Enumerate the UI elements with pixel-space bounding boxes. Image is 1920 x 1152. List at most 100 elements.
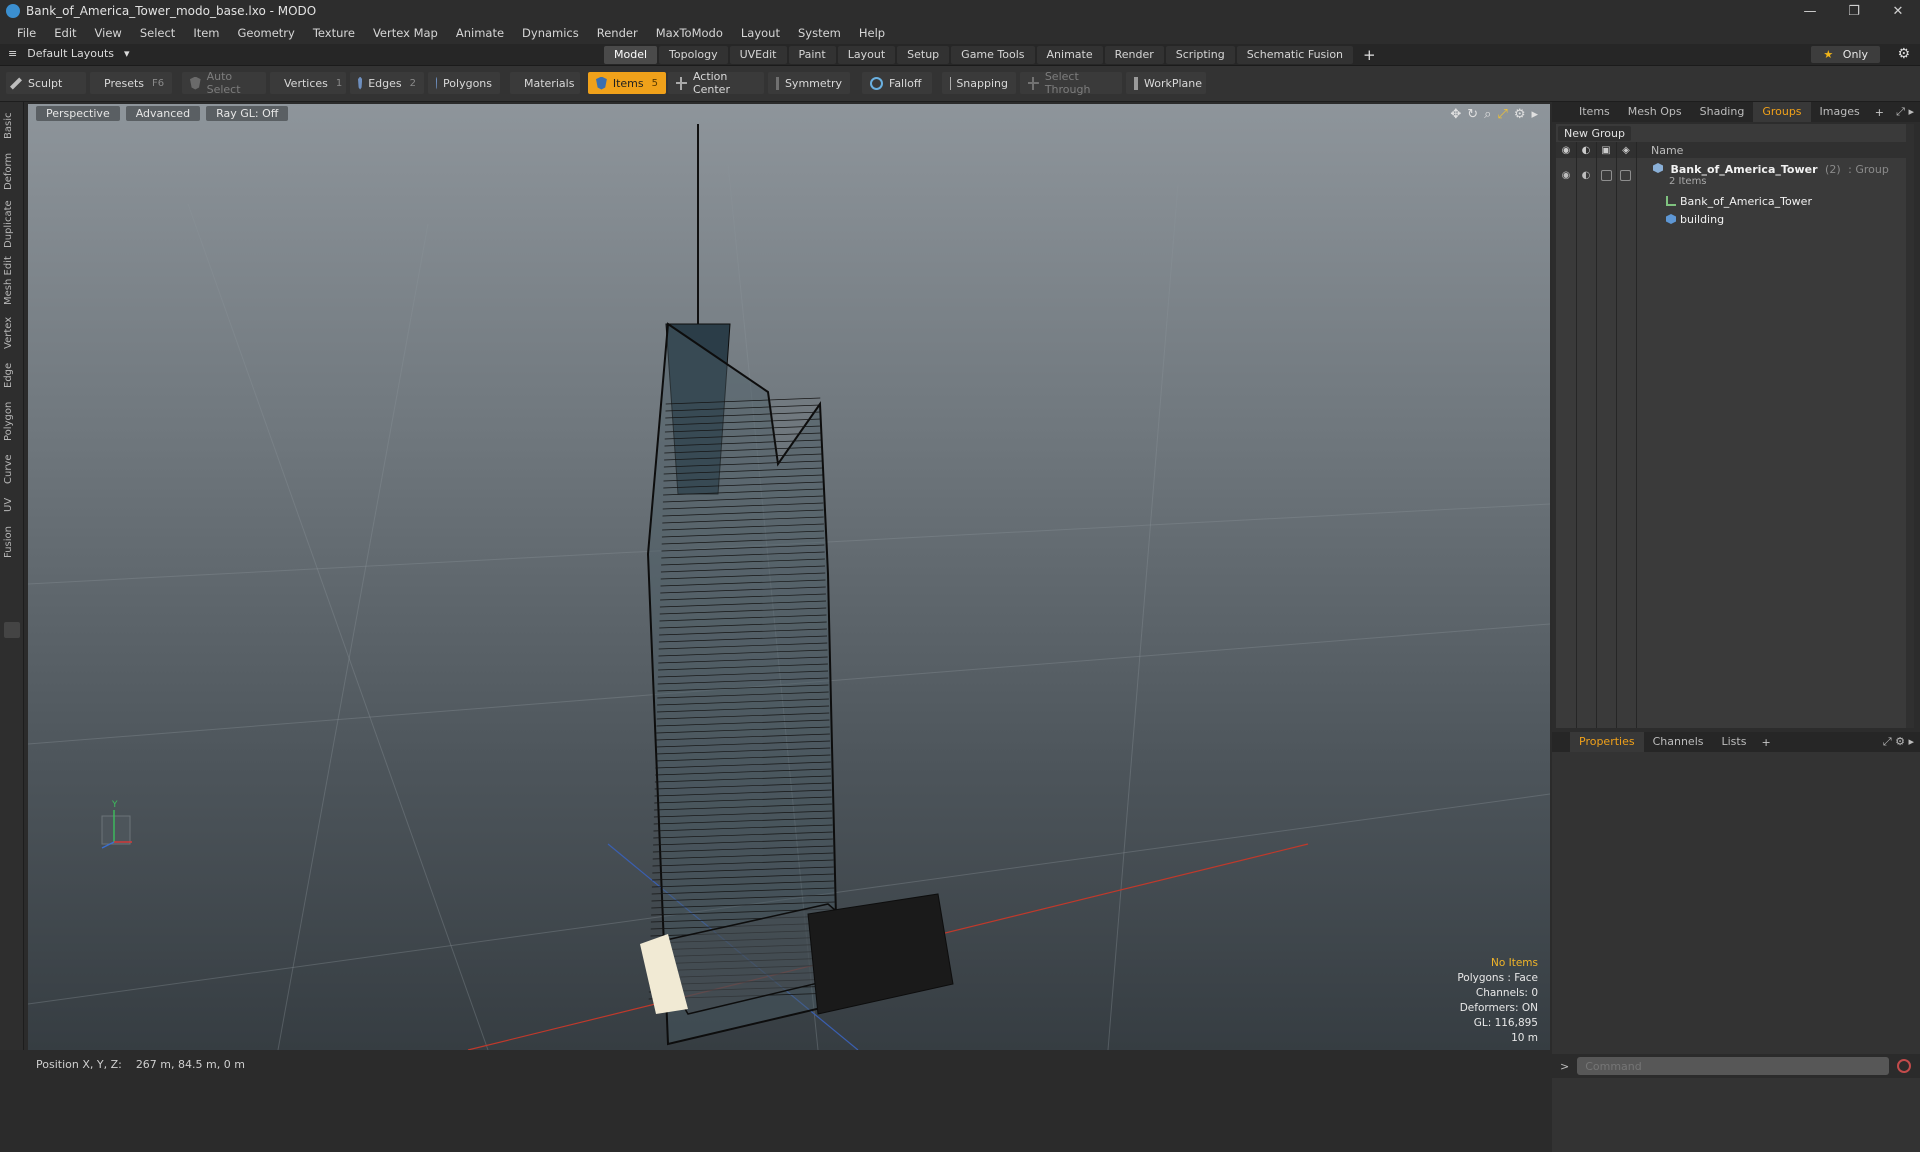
pan-icon[interactable]: ✥ bbox=[1450, 107, 1461, 122]
vtab-uv[interactable]: UV bbox=[3, 494, 21, 516]
layout-selector[interactable]: ≡ Default Layouts ▾ bbox=[8, 47, 130, 60]
tab-groups[interactable]: Groups bbox=[1753, 102, 1810, 122]
only-button[interactable]: ★ Only bbox=[1811, 46, 1880, 63]
menu-select[interactable]: Select bbox=[131, 26, 184, 40]
tab-layout[interactable]: Layout bbox=[838, 46, 895, 64]
restore-button[interactable]: ❐ bbox=[1832, 0, 1876, 22]
expand-arrow-icon[interactable]: ▸ bbox=[1531, 107, 1538, 122]
add-tab-icon[interactable]: + bbox=[1355, 46, 1384, 64]
workplane-button[interactable]: WorkPlane bbox=[1126, 72, 1206, 94]
tab-images[interactable]: Images bbox=[1811, 102, 1869, 122]
stop-icon[interactable] bbox=[1897, 1059, 1911, 1073]
groups-scrollbar[interactable] bbox=[1906, 124, 1914, 728]
tab-schematic-fusion[interactable]: Schematic Fusion bbox=[1237, 46, 1353, 64]
view-mode-button[interactable]: Perspective bbox=[36, 106, 120, 121]
falloff-button[interactable]: Falloff bbox=[862, 72, 932, 94]
vertices-button[interactable]: Vertices 1 bbox=[270, 72, 346, 94]
rotate-icon[interactable]: ↻ bbox=[1467, 107, 1478, 122]
items-label: Items bbox=[613, 77, 644, 90]
vtab-polygon[interactable]: Polygon bbox=[3, 398, 21, 444]
zoom-icon[interactable]: ⌕ bbox=[1484, 107, 1491, 122]
visibility-column-icon[interactable]: ◉ bbox=[1556, 145, 1576, 156]
group-child-row[interactable]: building bbox=[1556, 210, 1906, 228]
vtab-fusion[interactable]: Fusion bbox=[3, 524, 21, 560]
menu-layout[interactable]: Layout bbox=[732, 26, 789, 40]
lock-column-icon[interactable]: ▣ bbox=[1596, 145, 1616, 156]
action-center-button[interactable]: Action Center bbox=[668, 72, 764, 94]
new-group-button[interactable]: New Group bbox=[1558, 126, 1631, 141]
viewport-settings-icon[interactable]: ⚙ bbox=[1514, 107, 1526, 122]
brush-icon bbox=[10, 77, 22, 89]
tab-scripting[interactable]: Scripting bbox=[1166, 46, 1235, 64]
group-child-row[interactable]: Bank_of_America_Tower bbox=[1556, 192, 1906, 210]
add-panel-tab-icon[interactable]: + bbox=[1869, 106, 1890, 119]
vtab-mesh-edit[interactable]: Mesh Edit bbox=[3, 256, 21, 306]
tool-palette-toggle[interactable] bbox=[4, 622, 20, 638]
presets-button[interactable]: Presets F6 bbox=[90, 72, 172, 94]
tab-items[interactable]: Items bbox=[1570, 102, 1619, 122]
edges-button[interactable]: Edges 2 bbox=[350, 72, 424, 94]
select-checkbox[interactable] bbox=[1620, 170, 1631, 181]
shading-mode-button[interactable]: Advanced bbox=[126, 106, 200, 121]
minimize-button[interactable]: — bbox=[1788, 0, 1832, 22]
panel-expand-icon[interactable]: ⤢ ▸ bbox=[1896, 105, 1914, 119]
render-toggle-icon[interactable]: ◐ bbox=[1576, 170, 1596, 181]
menu-help[interactable]: Help bbox=[850, 26, 894, 40]
menu-dynamics[interactable]: Dynamics bbox=[513, 26, 588, 40]
tab-uvedit[interactable]: UVEdit bbox=[730, 46, 787, 64]
sculpt-button[interactable]: Sculpt bbox=[6, 72, 86, 94]
tab-model[interactable]: Model bbox=[604, 46, 657, 64]
tab-topology[interactable]: Topology bbox=[659, 46, 728, 64]
render-column-icon[interactable]: ◐ bbox=[1576, 145, 1596, 156]
tab-channels[interactable]: Channels bbox=[1644, 732, 1713, 752]
select-through-button[interactable]: Select Through bbox=[1020, 72, 1122, 94]
collapse-icon[interactable]: ≡ bbox=[8, 47, 17, 60]
menu-maxtomodo[interactable]: MaxToModo bbox=[647, 26, 732, 40]
polygons-button[interactable]: Polygons bbox=[428, 72, 500, 94]
tab-lists[interactable]: Lists bbox=[1713, 732, 1756, 752]
tab-game-tools[interactable]: Game Tools bbox=[951, 46, 1034, 64]
menu-render[interactable]: Render bbox=[588, 26, 647, 40]
materials-button[interactable]: Materials bbox=[510, 72, 580, 94]
gear-icon[interactable]: ⚙ bbox=[1897, 46, 1910, 62]
3d-viewport[interactable]: Y Perspective Advanced Ray GL: Off ✥ ↻ ⌕… bbox=[28, 104, 1550, 1050]
tab-paint[interactable]: Paint bbox=[789, 46, 836, 64]
menu-view[interactable]: View bbox=[86, 26, 131, 40]
tab-setup[interactable]: Setup bbox=[897, 46, 949, 64]
items-button[interactable]: Items 5 bbox=[588, 72, 666, 94]
menu-vertex-map[interactable]: Vertex Map bbox=[364, 26, 447, 40]
vtab-vertex[interactable]: Vertex bbox=[3, 314, 21, 352]
snapping-button[interactable]: Snapping bbox=[942, 72, 1016, 94]
tab-shading[interactable]: Shading bbox=[1691, 102, 1754, 122]
command-input[interactable] bbox=[1577, 1057, 1889, 1075]
vtab-basic[interactable]: Basic bbox=[3, 108, 21, 144]
add-properties-tab-icon[interactable]: + bbox=[1755, 736, 1776, 749]
menu-texture[interactable]: Texture bbox=[304, 26, 364, 40]
eye-icon[interactable]: ◉ bbox=[1556, 170, 1576, 181]
vtab-edge[interactable]: Edge bbox=[3, 360, 21, 390]
vtab-deform[interactable]: Deform bbox=[3, 150, 21, 192]
lock-checkbox[interactable] bbox=[1601, 170, 1612, 181]
menu-system[interactable]: System bbox=[789, 26, 850, 40]
tab-mesh-ops[interactable]: Mesh Ops bbox=[1619, 102, 1691, 122]
group-row[interactable]: ◉ ◐ Bank_of_America_Tower (2) : Group 2 … bbox=[1556, 160, 1906, 190]
tab-animate[interactable]: Animate bbox=[1037, 46, 1103, 64]
fit-icon[interactable]: ⤢ bbox=[1497, 107, 1507, 122]
menu-geometry[interactable]: Geometry bbox=[229, 26, 304, 40]
menu-file[interactable]: File bbox=[8, 26, 45, 40]
close-button[interactable]: ✕ bbox=[1876, 0, 1920, 22]
auto-select-button[interactable]: Auto Select bbox=[182, 72, 266, 94]
symmetry-button[interactable]: Symmetry bbox=[768, 72, 850, 94]
menu-animate[interactable]: Animate bbox=[447, 26, 513, 40]
symmetry-icon bbox=[776, 77, 779, 90]
raygl-button[interactable]: Ray GL: Off bbox=[206, 106, 288, 121]
viewport-nav-tools: ✥ ↻ ⌕ ⤢ ⚙ ▸ bbox=[1450, 107, 1538, 122]
vtab-curve[interactable]: Curve bbox=[3, 452, 21, 486]
select-column-icon[interactable]: ◈ bbox=[1616, 145, 1636, 156]
menu-edit[interactable]: Edit bbox=[45, 26, 85, 40]
tab-render[interactable]: Render bbox=[1105, 46, 1164, 64]
menu-item[interactable]: Item bbox=[184, 26, 228, 40]
vtab-duplicate[interactable]: Duplicate bbox=[3, 198, 21, 250]
tab-properties[interactable]: Properties bbox=[1570, 732, 1644, 752]
properties-expand-icon[interactable]: ⤢ ⚙ ▸ bbox=[1883, 735, 1914, 749]
